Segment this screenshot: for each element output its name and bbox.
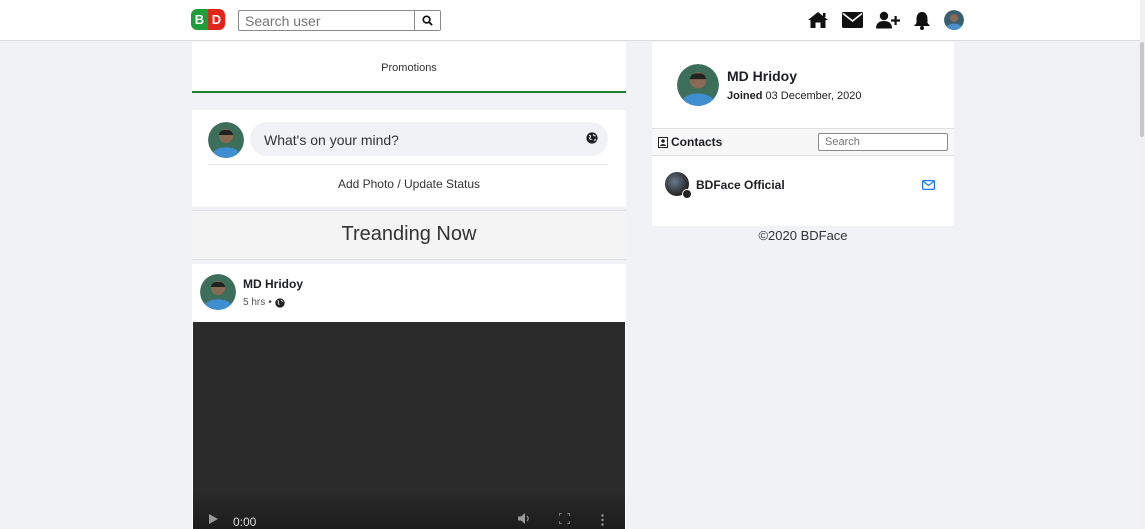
contacts-bar: Contacts [652, 128, 954, 156]
online-status-dot [682, 189, 692, 199]
nav-icons [807, 8, 977, 32]
post-meta: 5 hrs • [243, 297, 285, 308]
search-button[interactable] [414, 11, 440, 30]
logo-letter-b: B [191, 9, 208, 30]
promotions-tab[interactable]: Promotions [192, 42, 626, 93]
fullscreen-icon[interactable] [558, 512, 571, 527]
post-composer: What's on your mind? Add Photo / Update … [192, 110, 626, 207]
home-icon[interactable] [807, 11, 829, 29]
top-navbar: B D [0, 0, 1140, 41]
video-player[interactable]: 0:00 [193, 322, 625, 529]
logo-letter-d: D [208, 9, 225, 30]
contact-book-icon [658, 136, 668, 148]
post-card: MD Hridoy 5 hrs • 0:00 [192, 264, 626, 529]
contact-item[interactable]: BDFace Official [652, 166, 954, 202]
joined-date: 03 December, 2020 [765, 90, 862, 102]
play-icon[interactable] [209, 513, 218, 527]
volume-icon[interactable] [518, 513, 532, 527]
post-author-avatar[interactable] [200, 274, 236, 310]
meta-separator: • [268, 297, 272, 308]
profile-joined: Joined 03 December, 2020 [727, 90, 862, 102]
post-time: 5 hrs [243, 297, 266, 308]
bd-logo[interactable]: B D [191, 9, 225, 31]
globe-icon [586, 132, 598, 144]
profile-card: MD Hridoy Joined 03 December, 2020 Conta… [652, 42, 954, 226]
composer-divider [208, 164, 608, 165]
profile-name[interactable]: MD Hridoy [727, 68, 797, 84]
post-author-name[interactable]: MD Hridoy [243, 277, 303, 291]
search-input[interactable] [239, 11, 427, 30]
contacts-title: Contacts [671, 135, 723, 149]
trending-title: Treanding Now [341, 223, 477, 245]
joined-label: Joined [727, 90, 763, 102]
profile-avatar[interactable] [944, 10, 964, 30]
add-photo-link[interactable]: Add Photo / Update Status [192, 177, 626, 191]
trending-header: Treanding Now [192, 210, 626, 260]
contacts-search-input[interactable] [818, 133, 948, 151]
scrollbar-thumb[interactable] [1140, 42, 1144, 137]
copyright-footer: ©2020 BDFace [758, 228, 848, 243]
more-options-icon[interactable] [601, 514, 604, 529]
promotions-label: Promotions [381, 62, 437, 74]
bell-icon[interactable] [913, 11, 931, 30]
envelope-icon[interactable] [842, 12, 863, 28]
globe-icon [275, 297, 285, 308]
status-input[interactable]: What's on your mind? [250, 122, 608, 156]
profile-card-avatar[interactable] [677, 64, 719, 106]
user-search [238, 10, 441, 31]
contacts-heading: Contacts [658, 135, 722, 149]
composer-avatar[interactable] [208, 122, 244, 158]
video-time: 0:00 [233, 515, 257, 529]
search-icon [422, 15, 433, 26]
page-scrollbar[interactable] [1140, 0, 1145, 529]
status-prompt: What's on your mind? [264, 132, 399, 148]
user-plus-icon[interactable] [876, 11, 900, 29]
message-icon[interactable] [922, 180, 935, 190]
contact-name: BDFace Official [696, 178, 785, 192]
